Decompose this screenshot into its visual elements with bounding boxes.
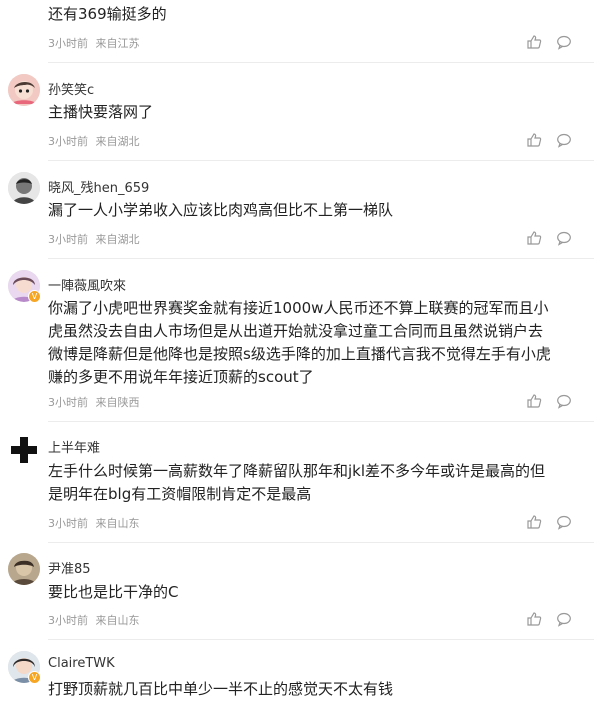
username[interactable]: ClaireTWK xyxy=(48,656,115,671)
comment-location: 来自江苏 xyxy=(95,37,140,50)
comment-location: 来自湖北 xyxy=(95,135,140,148)
reply-icon[interactable] xyxy=(556,230,572,246)
reply-icon[interactable] xyxy=(556,611,572,627)
avatar[interactable] xyxy=(8,74,40,106)
reply-icon[interactable] xyxy=(556,393,572,409)
divider xyxy=(48,542,594,543)
like-icon[interactable] xyxy=(526,393,542,409)
comment-time: 3小时前 xyxy=(48,233,88,246)
comment-meta: 3小时前 来自陕西 xyxy=(48,394,144,410)
like-icon[interactable] xyxy=(526,132,542,148)
comment-meta: 3小时前 来自山东 xyxy=(48,515,144,531)
comment-time: 3小时前 xyxy=(48,396,88,409)
comment-text: 你漏了小虎吧世界赛奖金就有接近1000w人民币还不算上联赛的冠军而且小 虎虽然没… xyxy=(48,297,584,389)
comment-location: 来自山东 xyxy=(95,517,140,530)
comment-text-line: 是明年在blg有工资帽限制肯定不是最高 xyxy=(48,485,312,503)
username[interactable]: 一陣薇風吹來 xyxy=(48,275,126,294)
like-icon[interactable] xyxy=(526,611,542,627)
comment-text-line: 左手什么时候第一高薪数年了降薪留队那年和jkl差不多今年或许是最高的但 xyxy=(48,462,546,480)
username[interactable]: 上半年难 xyxy=(48,437,100,456)
comment-meta: 3小时前 来自湖北 xyxy=(48,133,144,149)
divider xyxy=(48,160,594,161)
comment-meta: 3小时前 来自山东 xyxy=(48,612,144,628)
comment-text-line: 你漏了小虎吧世界赛奖金就有接近1000w人民币还不算上联赛的冠军而且小 xyxy=(48,299,549,317)
comment-actions xyxy=(526,611,580,627)
comment-text: 左手什么时候第一高薪数年了降薪留队那年和jkl差不多今年或许是最高的但 是明年在… xyxy=(48,460,584,506)
comment-actions xyxy=(526,230,580,246)
comment-text-line: 赚的多更不用说年年接近顶薪的scout了 xyxy=(48,368,314,386)
avatar[interactable]: V xyxy=(8,270,41,303)
username[interactable]: 尹准85 xyxy=(48,558,91,577)
comment-location: 来自山东 xyxy=(95,614,140,627)
comment-text-line: 虎虽然没去自由人市场但是从出道开始就没拿过童工合同而且虽然说销户去 xyxy=(48,322,544,340)
comment-meta: 3小时前 来自江苏 xyxy=(48,35,144,51)
comment-text-line: 微博是降薪但是他降也是按照s级选手降的加上直播代言我不觉得左手有小虎 xyxy=(48,345,551,363)
comment-actions xyxy=(526,34,580,50)
comment-actions xyxy=(526,132,580,148)
comment-location: 来自湖北 xyxy=(95,233,140,246)
comment-actions xyxy=(526,514,580,530)
comment-time: 3小时前 xyxy=(48,517,88,530)
avatar[interactable] xyxy=(8,434,40,466)
avatar[interactable]: V xyxy=(8,651,41,684)
comment-text: 要比也是比干净的C xyxy=(48,583,179,601)
comment-location: 来自陕西 xyxy=(95,396,140,409)
comment-text: 打野顶薪就几百比中单少一半不止的感觉天不太有钱 xyxy=(48,680,394,698)
comment-text: 漏了一人小学弟收入应该比肉鸡高但比不上第一梯队 xyxy=(48,201,394,219)
comment-time: 3小时前 xyxy=(48,135,88,148)
avatar[interactable] xyxy=(8,172,40,204)
like-icon[interactable] xyxy=(526,34,542,50)
comment-text: 还有369输挺多的 xyxy=(48,5,167,23)
comment-meta: 3小时前 来自湖北 xyxy=(48,231,144,247)
divider xyxy=(48,639,594,640)
verified-badge-icon: V xyxy=(28,671,41,684)
reply-icon[interactable] xyxy=(556,34,572,50)
reply-icon[interactable] xyxy=(556,132,572,148)
divider xyxy=(48,421,594,422)
comment-time: 3小时前 xyxy=(48,37,88,50)
divider xyxy=(48,258,594,259)
comment-time: 3小时前 xyxy=(48,614,88,627)
avatar[interactable] xyxy=(8,553,40,585)
username[interactable]: 孙笑笑c xyxy=(48,79,94,98)
like-icon[interactable] xyxy=(526,514,542,530)
comment-actions xyxy=(526,393,580,409)
reply-icon[interactable] xyxy=(556,514,572,530)
like-icon[interactable] xyxy=(526,230,542,246)
comment-text: 主播快要落网了 xyxy=(48,103,154,121)
username[interactable]: 晓风_残hen_659 xyxy=(48,177,149,196)
divider xyxy=(48,62,594,63)
verified-badge-icon: V xyxy=(28,290,41,303)
